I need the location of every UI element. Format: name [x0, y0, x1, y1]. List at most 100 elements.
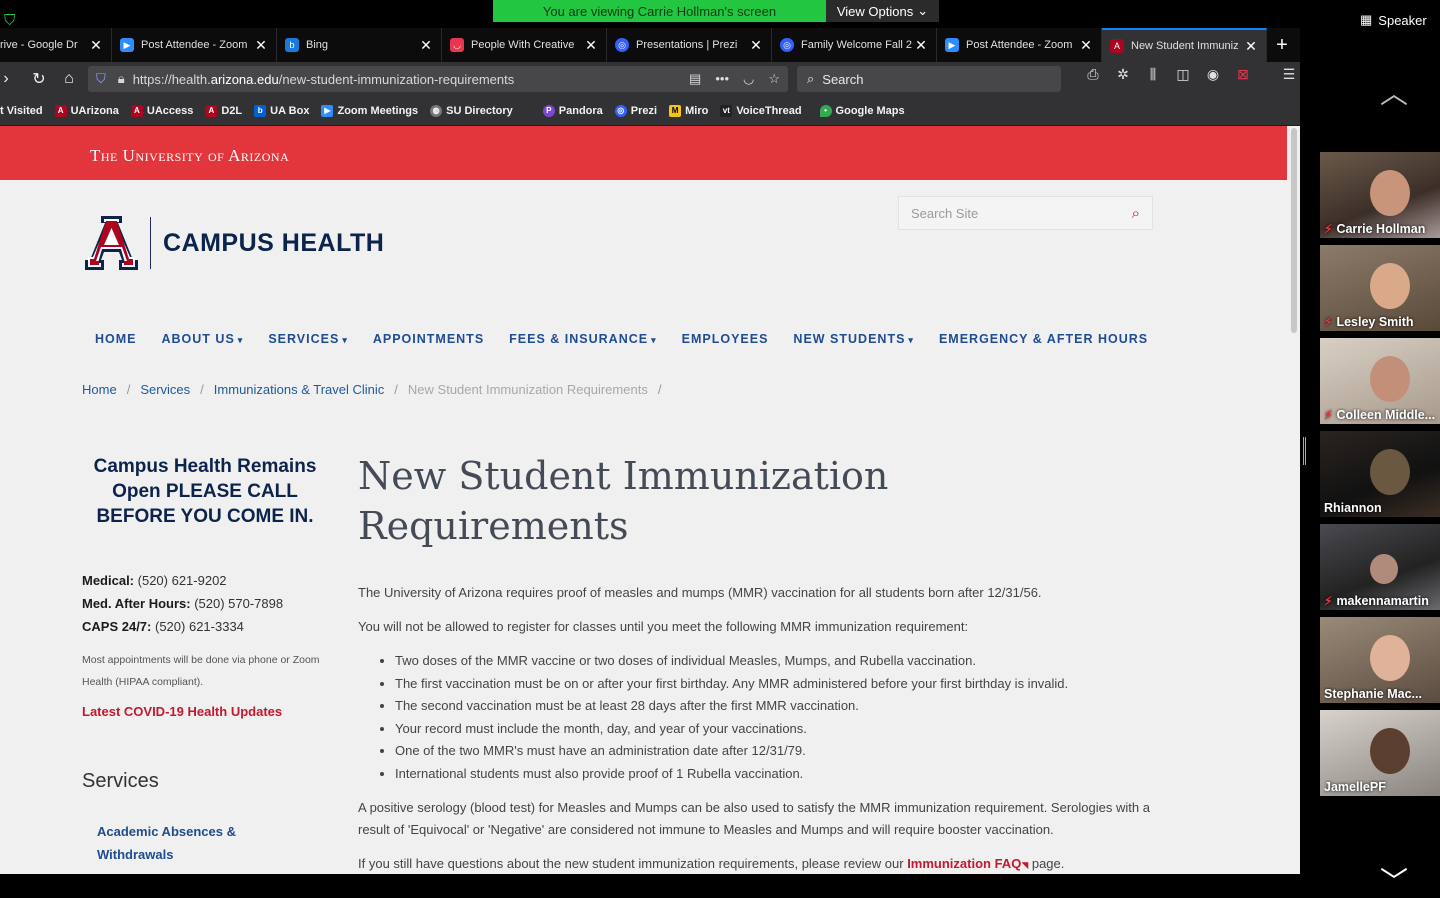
search-bar[interactable]: ⌕ Search: [797, 66, 1061, 92]
bookmark-zoom-meetings[interactable]: ▶ Zoom Meetings: [321, 104, 418, 117]
tab-1[interactable]: ▶ Post Attendee - Zoom ✕: [112, 28, 277, 62]
more-icon[interactable]: •••: [715, 71, 729, 87]
bookmark-miro[interactable]: M Miro: [669, 104, 708, 117]
participant-name-text: Colleen Middle...: [1336, 408, 1436, 422]
zoom-icon: ▶: [120, 38, 134, 52]
participant-tile[interactable]: ⚡︎ Lesley Smith: [1320, 245, 1440, 331]
tab-title: Family Welcome Fall 2: [801, 39, 913, 51]
contact-phone[interactable]: (520) 621-9202: [138, 573, 227, 588]
participant-face: [1370, 728, 1410, 774]
participant-name: JamellePF: [1324, 780, 1438, 794]
lock-icon[interactable]: 🔒︎: [118, 71, 125, 87]
chevron-up-icon[interactable]: ︿: [1380, 72, 1416, 109]
nav-emergency[interactable]: EMERGENCY & AFTER HOURS: [939, 332, 1148, 346]
tab-5[interactable]: ◎ Family Welcome Fall 2 ✕: [772, 28, 937, 62]
nav-services[interactable]: SERVICES: [268, 332, 348, 346]
contact-medical: Medical: (520) 621-9202: [82, 569, 283, 592]
chevron-down-icon: ⌄: [917, 3, 929, 18]
page-title: New Student Immunization Requirements: [358, 454, 889, 548]
contact-phone[interactable]: (520) 570-7898: [194, 596, 283, 611]
tab-0[interactable]: rive - Google Dr ✕: [0, 28, 112, 62]
chevron-down-icon[interactable]: ﹀: [1380, 860, 1416, 897]
university-title[interactable]: The University of Arizona: [90, 146, 289, 166]
breadcrumb-separator: /: [200, 382, 204, 397]
account-icon[interactable]: ◉: [1203, 66, 1223, 83]
contact-phone[interactable]: (520) 621-3334: [155, 619, 244, 634]
main-nav: HOME ABOUT US SERVICES APPOINTMENTS FEES…: [95, 332, 1148, 346]
bookmark-uaccess[interactable]: A UAccess: [130, 104, 193, 117]
tab-2[interactable]: b Bing ✕: [277, 28, 442, 62]
participant-tile[interactable]: ⚡︎ makennamartin: [1320, 524, 1440, 610]
campus-health-logo[interactable]: CAMPUS HEALTH: [83, 216, 384, 270]
tracking-shield-icon[interactable]: ⛉: [96, 71, 106, 87]
tab-3[interactable]: ◡ People With Creative ✕: [442, 28, 607, 62]
pocket-icon[interactable]: ◡: [743, 71, 754, 87]
panel-resize-handle[interactable]: [1303, 437, 1306, 465]
participant-face: [1370, 449, 1410, 495]
nav-employees[interactable]: EMPLOYEES: [682, 332, 769, 346]
pdf-icon[interactable]: ⊠: [1233, 66, 1253, 83]
arizona-a-icon: A: [205, 104, 218, 117]
sidebar-icon[interactable]: ◫: [1173, 66, 1193, 83]
close-icon[interactable]: ✕: [419, 37, 433, 54]
site-search-input[interactable]: Search Site ⌕: [898, 196, 1153, 230]
tab-4[interactable]: ◎ Presentations | Prezi ✕: [607, 28, 772, 62]
close-icon[interactable]: ✕: [914, 37, 928, 54]
bookmark-d2l[interactable]: A D2L: [205, 104, 242, 117]
close-icon[interactable]: ✕: [749, 37, 763, 54]
paragraph-faq: If you still have questions about the ne…: [358, 853, 1158, 874]
bookmark-google-maps[interactable]: • Google Maps: [819, 104, 905, 117]
speaker-view-button[interactable]: ▦ Speaker: [1360, 12, 1427, 28]
arizona-a-logo-icon: [85, 216, 138, 270]
close-icon[interactable]: ✕: [89, 37, 103, 54]
bookmark-most-visited[interactable]: t Visited: [0, 105, 43, 117]
nav-about-us[interactable]: ABOUT US: [162, 332, 244, 346]
print-icon[interactable]: ⎙: [1083, 66, 1103, 83]
close-icon[interactable]: ✕: [584, 37, 598, 54]
academic-absences-link[interactable]: Academic Absences & Withdrawals: [97, 820, 267, 866]
bookmark-su-directory[interactable]: ◍ SU Directory: [430, 104, 513, 117]
close-icon[interactable]: ✕: [1244, 38, 1258, 55]
bookmark-prezi[interactable]: ◎ Prezi: [614, 104, 657, 117]
url-bar[interactable]: ⛉ 🔒︎ https://health. arizona.edu/new-stud…: [88, 66, 788, 92]
breadcrumb-home[interactable]: Home: [82, 382, 117, 397]
breadcrumb-services[interactable]: Services: [140, 382, 190, 397]
reload-icon[interactable]: ↻: [24, 64, 54, 94]
new-tab-button[interactable]: +: [1267, 28, 1297, 62]
breadcrumb-immunizations[interactable]: Immunizations & Travel Clinic: [214, 382, 385, 397]
bookmark-voicethread[interactable]: vt VoiceThread: [720, 104, 802, 117]
nav-new-students[interactable]: NEW STUDENTS: [793, 332, 914, 346]
star-icon[interactable]: ☆: [768, 71, 780, 87]
close-icon[interactable]: ✕: [1079, 37, 1093, 54]
participant-tile-active-speaker[interactable]: Stephanie Mac...: [1320, 617, 1440, 703]
bookmark-pandora[interactable]: P Pandora: [542, 104, 603, 117]
participant-name-text: Lesley Smith: [1336, 315, 1414, 329]
scroll-thumb[interactable]: [1291, 128, 1297, 333]
view-options-button[interactable]: View Options ⌄: [826, 0, 939, 22]
gear-icon[interactable]: ✲: [1113, 66, 1133, 83]
nav-appointments[interactable]: APPOINTMENTS: [373, 332, 484, 346]
pocket-icon: ◡: [450, 38, 464, 52]
participant-tile[interactable]: ⚡︎ Colleen Middle...: [1320, 338, 1440, 424]
participant-tile[interactable]: JamellePF: [1320, 710, 1440, 796]
immunization-faq-link[interactable]: Immunization FAQ: [907, 856, 1021, 871]
menu-icon[interactable]: ☰: [1279, 66, 1299, 83]
covid-updates-link[interactable]: Latest COVID-19 Health Updates: [82, 704, 282, 719]
home-icon[interactable]: ⌂: [54, 64, 84, 94]
nav-fees-insurance[interactable]: FEES & INSURANCE: [509, 332, 656, 346]
close-icon[interactable]: ✕: [254, 37, 268, 54]
tab-7-active[interactable]: A New Student Immuniz ✕: [1102, 28, 1267, 62]
participant-tile[interactable]: ⚡︎ Carrie Hollman: [1320, 152, 1440, 238]
reader-view-icon[interactable]: ▤: [689, 71, 701, 87]
nav-home[interactable]: HOME: [95, 332, 137, 346]
bookmark-uarizona[interactable]: A UArizona: [54, 104, 119, 117]
back-icon[interactable]: ›: [0, 64, 12, 94]
page-scrollbar[interactable]: [1288, 126, 1300, 874]
participant-tile[interactable]: Rhiannon: [1320, 431, 1440, 517]
url-prefix: https://health.: [132, 71, 211, 87]
bookmark-ua-box[interactable]: b UA Box: [254, 104, 309, 117]
tab-6[interactable]: ▶ Post Attendee - Zoom ✕: [937, 28, 1102, 62]
library-icon[interactable]: ⫼: [1143, 66, 1163, 83]
list-item: Your record must include the month, day,…: [395, 718, 1158, 741]
search-icon[interactable]: ⌕: [1132, 205, 1140, 222]
